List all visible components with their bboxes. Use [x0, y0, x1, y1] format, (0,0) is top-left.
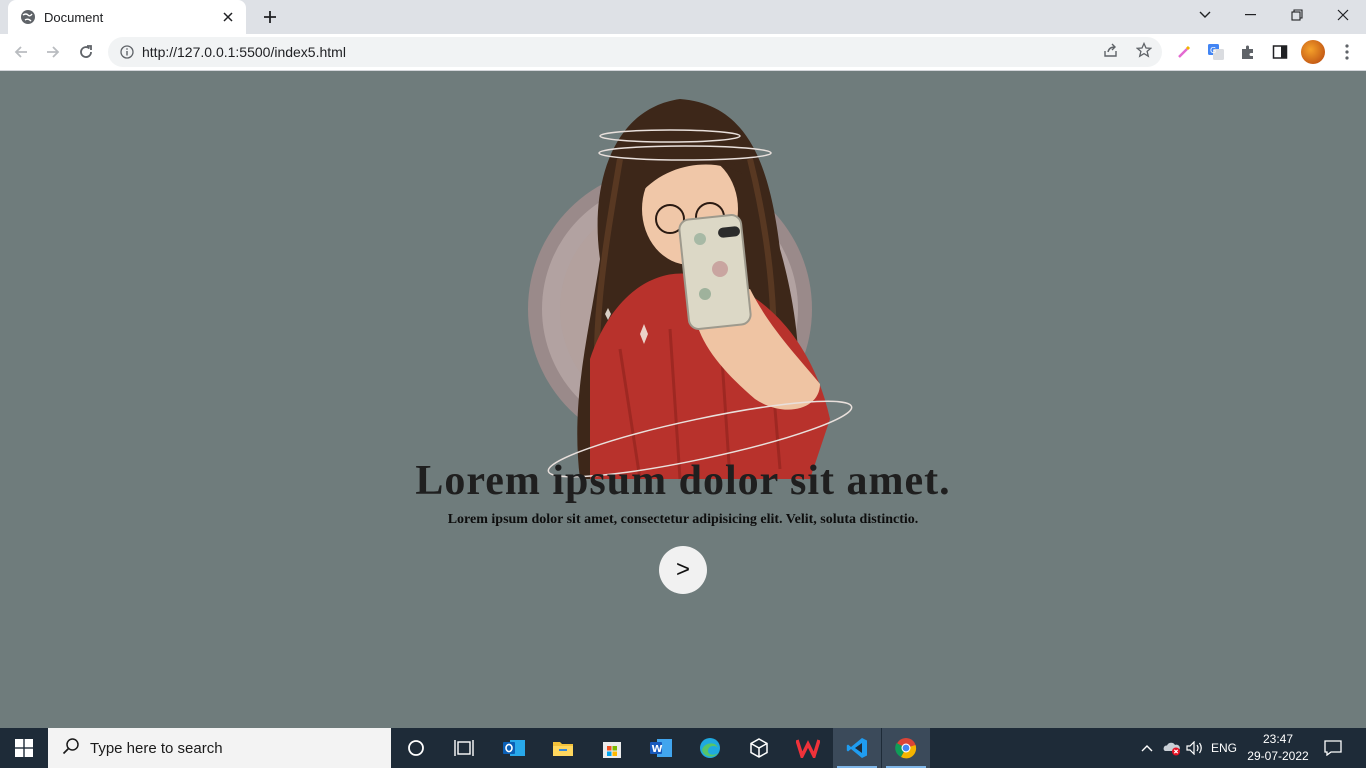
system-clock[interactable]: 23:47 29-07-2022 — [1240, 731, 1316, 765]
windows-start-button[interactable] — [0, 728, 48, 768]
tab-document[interactable]: Document — [8, 0, 246, 34]
notification-center-icon[interactable] — [1320, 728, 1346, 768]
site-info-icon[interactable] — [120, 45, 134, 59]
share-icon[interactable] — [1102, 41, 1120, 59]
svg-text:W: W — [652, 744, 663, 755]
edge-browser-icon[interactable] — [686, 728, 734, 768]
chrome-app-icon[interactable] — [882, 728, 930, 768]
forward-button[interactable] — [40, 39, 66, 65]
show-hidden-icons-chevron[interactable] — [1136, 728, 1158, 768]
microsoft-store-icon[interactable] — [588, 728, 636, 768]
browser-toolbar: http://127.0.0.1:5500/index5.html G — [0, 34, 1366, 71]
close-window-button[interactable] — [1320, 0, 1366, 30]
next-button[interactable]: > — [659, 546, 707, 594]
new-tab-button[interactable] — [258, 5, 282, 29]
google-translate-icon[interactable]: G — [1206, 42, 1226, 62]
tab-strip: Document — [0, 0, 1366, 34]
volume-icon[interactable] — [1184, 728, 1206, 768]
close-tab-icon[interactable] — [220, 9, 236, 25]
restore-button[interactable] — [1274, 0, 1320, 30]
address-bar[interactable]: http://127.0.0.1:5500/index5.html — [108, 37, 1162, 67]
input-language-indicator[interactable]: ENG — [1208, 728, 1240, 768]
clock-date: 29-07-2022 — [1247, 749, 1309, 763]
clock-time: 23:47 — [1262, 732, 1294, 746]
page-viewport: Lorem ipsum dolor sit amet. Lorem ipsum … — [0, 71, 1366, 728]
onedrive-error-icon[interactable] — [1160, 728, 1184, 768]
profile-avatar[interactable] — [1301, 40, 1325, 64]
url-text: http://127.0.0.1:5500/index5.html — [142, 44, 346, 60]
page-subheadline: Lorem ipsum dolor sit amet, consectetur … — [447, 512, 919, 527]
word-app-icon[interactable]: W — [637, 728, 685, 768]
search-icon — [62, 737, 80, 760]
hero-illustration — [528, 99, 853, 480]
cube-app-icon[interactable] — [735, 728, 783, 768]
outlook-app-icon[interactable] — [490, 728, 538, 768]
reload-button[interactable] — [73, 39, 99, 65]
cortana-icon[interactable] — [392, 728, 440, 768]
file-explorer-icon[interactable] — [539, 728, 587, 768]
side-panel-icon[interactable] — [1270, 42, 1290, 62]
back-button[interactable] — [8, 39, 34, 65]
tab-title: Document — [44, 9, 104, 25]
globe-icon — [20, 9, 36, 25]
color-picker-extension-icon[interactable] — [1174, 42, 1194, 62]
task-view-icon[interactable] — [440, 728, 488, 768]
menu-kebab-icon[interactable] — [1337, 42, 1357, 62]
extensions-puzzle-icon[interactable] — [1238, 42, 1258, 62]
wps-office-icon[interactable] — [784, 728, 832, 768]
windows-taskbar: Type here to search W ENG 23:47 29-07-20… — [0, 728, 1366, 768]
search-placeholder: Type here to search — [90, 739, 223, 757]
svg-text:G: G — [1210, 46, 1216, 55]
taskbar-search-box[interactable]: Type here to search — [48, 728, 391, 768]
vscode-app-icon[interactable] — [833, 728, 881, 768]
page-headline: Lorem ipsum dolor sit amet. — [415, 458, 951, 504]
minimize-button[interactable] — [1228, 0, 1274, 30]
bookmark-star-icon[interactable] — [1135, 41, 1153, 59]
tab-search-chevron-icon[interactable] — [1182, 0, 1228, 30]
